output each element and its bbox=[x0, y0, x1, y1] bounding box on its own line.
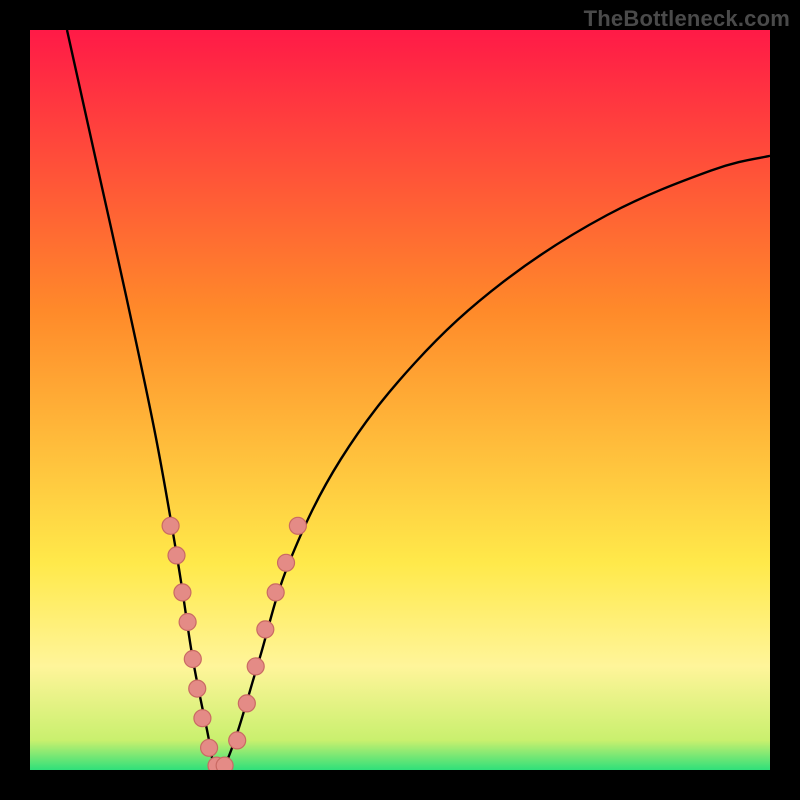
watermark-text: TheBottleneck.com bbox=[584, 6, 790, 32]
sample-dot bbox=[184, 651, 201, 668]
heat-gradient-bg bbox=[30, 30, 770, 770]
sample-dot bbox=[216, 757, 233, 770]
plot-area bbox=[30, 30, 770, 770]
sample-dot bbox=[162, 517, 179, 534]
sample-dot bbox=[267, 584, 284, 601]
sample-dot bbox=[278, 554, 295, 571]
sample-dot bbox=[201, 739, 218, 756]
sample-dot bbox=[229, 732, 246, 749]
outer-frame: TheBottleneck.com bbox=[0, 0, 800, 800]
sample-dot bbox=[179, 614, 196, 631]
sample-dot bbox=[194, 710, 211, 727]
sample-dot bbox=[189, 680, 206, 697]
sample-dot bbox=[247, 658, 264, 675]
sample-dot bbox=[257, 621, 274, 638]
sample-dot bbox=[289, 517, 306, 534]
sample-dot bbox=[168, 547, 185, 564]
bottleneck-chart bbox=[30, 30, 770, 770]
sample-dot bbox=[238, 695, 255, 712]
sample-dot bbox=[174, 584, 191, 601]
